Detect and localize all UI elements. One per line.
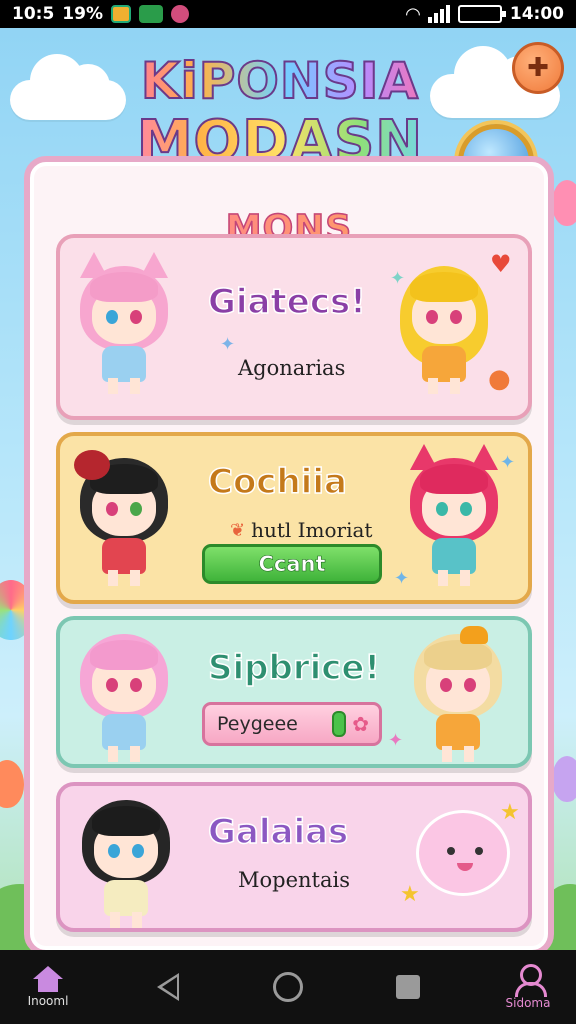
card-title: Galaias	[207, 811, 349, 853]
character-avatar	[390, 258, 498, 398]
back-icon	[157, 973, 179, 1001]
status-right: ◠ 14:00	[406, 4, 564, 25]
character-card-1[interactable]: Giatecs! Agonarias ✦ ✦ ♥ ●	[56, 234, 532, 420]
cloud-decoration	[10, 54, 126, 120]
star-icon: ★	[500, 800, 520, 825]
game-title-line1: KiPONSIA	[120, 55, 440, 107]
signal-icon	[427, 5, 450, 23]
notification-app-icon	[111, 5, 131, 23]
input-controls: ✿	[332, 711, 369, 737]
notification-game-icon	[139, 5, 163, 23]
leaf-icon: ❦	[230, 519, 246, 541]
balloon-decoration	[0, 760, 24, 808]
balloon-decoration	[552, 756, 576, 802]
sparkle-icon: ✦	[220, 334, 236, 355]
notification-heart-icon	[171, 5, 189, 23]
character-avatar	[72, 792, 180, 932]
card-action-button[interactable]: Ccant	[202, 544, 382, 584]
sparkle-icon: ✦	[394, 568, 410, 589]
card-note-text: hutl Imoriat	[251, 518, 373, 542]
card-note: ❦ hutl Imoriat	[230, 518, 372, 542]
navigation-bar: Inooml Sidoma	[0, 950, 576, 1024]
nav-home[interactable]: Inooml	[10, 966, 86, 1008]
card-subtitle: Agonarias	[238, 356, 346, 380]
sparkle-icon: ✦	[388, 730, 404, 751]
character-avatar	[404, 626, 512, 766]
character-card-3[interactable]: Sipbrice! Peygeee ✿ ✦	[56, 616, 532, 768]
nav-overview[interactable]	[250, 972, 326, 1002]
status-left: 10:5 19%	[12, 4, 189, 24]
sparkle-icon: ✦	[500, 452, 516, 473]
square-icon	[396, 975, 420, 999]
nav-home-label: Inooml	[27, 994, 69, 1008]
nav-profile-label: Sidoma	[505, 996, 551, 1010]
blob-icon: ●	[488, 364, 511, 394]
toggle-icon[interactable]	[332, 711, 347, 737]
game-title: KiPONSIA MODASN	[120, 55, 440, 171]
card-input-value: Peygeee	[217, 713, 298, 735]
main-panel: MONS Giatecs! Agonarias ✦ ✦ ♥ ● Cochiia …	[24, 156, 554, 956]
nav-back[interactable]	[130, 973, 206, 1001]
character-avatar	[70, 252, 178, 398]
character-card-2[interactable]: Cochiia ❦ hutl Imoriat Ccant ✦ ✦	[56, 432, 532, 604]
nav-profile[interactable]: Sidoma	[490, 964, 566, 1010]
wifi-icon: ◠	[406, 3, 420, 25]
status-time-left: 10:5	[12, 4, 55, 24]
character-avatar	[400, 444, 508, 590]
pet-mascot	[416, 810, 510, 896]
status-battery-percent: 19%	[62, 4, 103, 24]
star-icon: ★	[400, 882, 420, 907]
card-title: Sipbrice!	[207, 647, 380, 689]
status-time-right: 14:00	[509, 4, 564, 24]
status-bar: 10:5 19% ◠ 14:00	[0, 0, 576, 28]
circle-home-icon	[273, 972, 303, 1002]
card-title: Giatecs!	[207, 281, 366, 323]
heart-icon: ♥	[490, 250, 512, 278]
character-avatar	[70, 450, 178, 590]
card-title: Cochiia	[207, 461, 347, 503]
profile-icon	[513, 964, 547, 997]
card-input-field[interactable]: Peygeee ✿	[202, 702, 382, 746]
flower-icon: ✿	[352, 712, 369, 736]
character-avatar	[70, 626, 178, 766]
sparkle-icon: ✦	[390, 268, 406, 289]
bandage-icon[interactable]: ✚	[512, 42, 564, 94]
nav-recents[interactable]	[370, 975, 446, 999]
balloon-decoration	[552, 180, 576, 226]
battery-icon	[457, 5, 506, 23]
home-icon	[33, 966, 63, 992]
character-card-4[interactable]: Galaias Mopentais ★ ★	[56, 782, 532, 932]
card-subtitle: Mopentais	[238, 868, 350, 892]
